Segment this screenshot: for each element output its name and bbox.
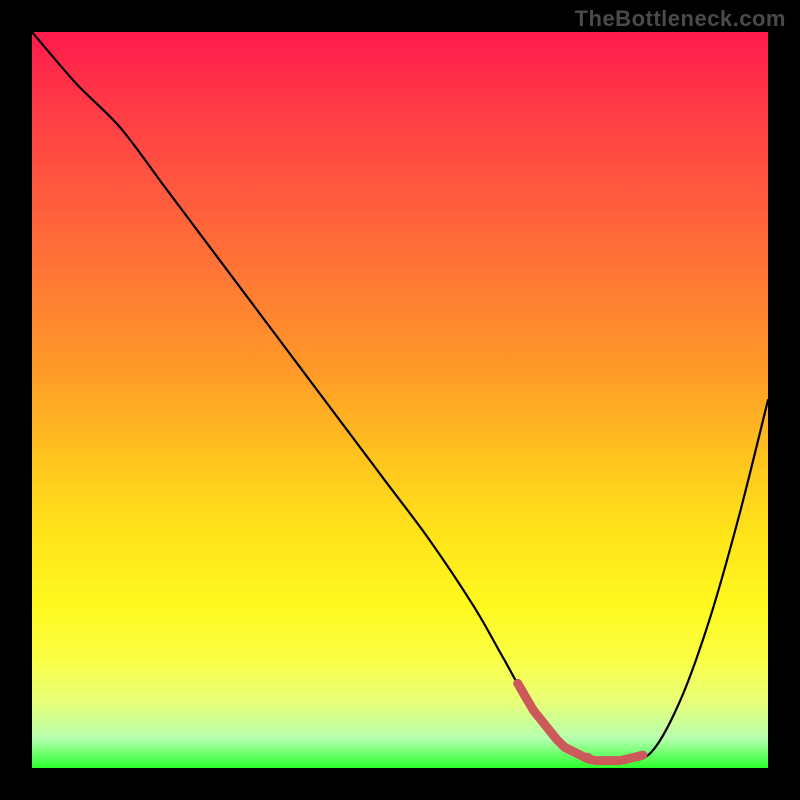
- plot-area: [32, 32, 768, 768]
- optimal-range-marker: [518, 683, 643, 760]
- curve-layer: [32, 32, 768, 768]
- optimal-range-dot: [583, 753, 593, 763]
- bottleneck-curve: [32, 32, 768, 762]
- watermark-label: TheBottleneck.com: [575, 6, 786, 32]
- chart-frame: TheBottleneck.com: [0, 0, 800, 800]
